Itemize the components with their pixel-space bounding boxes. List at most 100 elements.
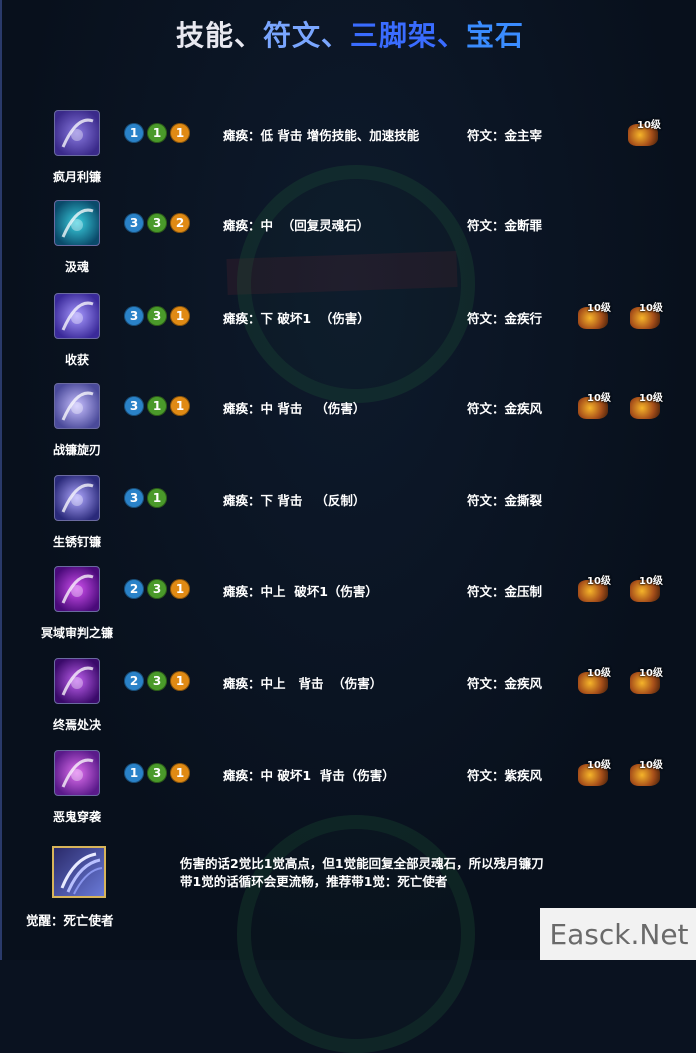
tripod-level-badge: 1 bbox=[170, 671, 190, 691]
tripod-level-badge: 3 bbox=[147, 763, 167, 783]
skill-rune: 符文：金疾行 bbox=[467, 311, 543, 326]
skill-rune: 符文：金主宰 bbox=[467, 128, 543, 143]
tripod-level-badge: 3 bbox=[124, 306, 144, 326]
title-part-runes: 符文、 bbox=[262, 19, 350, 52]
skill-row: 战镰旋刃 3 1 1 瘫痪：中 背击 （伤害） 符文：金疾风 10级 10级 bbox=[2, 383, 696, 473]
gem-level-label: 10级 bbox=[639, 576, 663, 587]
page-title: 技能、符文、三脚架、宝石 bbox=[2, 14, 696, 54]
skill-description: 瘫痪：低 背击 增伤技能、加速技能 bbox=[223, 128, 420, 143]
skill-name: 生锈钉镰 bbox=[52, 535, 101, 549]
gem-icon: 10级 bbox=[628, 664, 664, 696]
gem-level-label: 10级 bbox=[587, 303, 611, 314]
tripod-level-badge: 1 bbox=[124, 123, 144, 143]
skill-row: 收获 3 3 1 瘫痪：下 破坏1 （伤害） 符文：金疾行 10级 10级 bbox=[2, 293, 696, 383]
skill-row: 汲魂 3 3 2 瘫痪：中 （回复灵魂石） 符文：金断罪 bbox=[2, 200, 696, 290]
tripod-levels: 111 bbox=[124, 123, 190, 145]
tripod-level-badge: 3 bbox=[147, 306, 167, 326]
guide-panel: 技能、符文、三脚架、宝石 疯月利镰 1 1 1 瘫痪：低 背击 增伤技能、加速技能 符文：… bbox=[0, 0, 696, 1053]
skill-icon-wrap: 收获 bbox=[42, 293, 112, 368]
skill-rune: 符文：金断罪 bbox=[467, 218, 543, 233]
skill-row: 疯月利镰 1 1 1 瘫痪：低 背击 增伤技能、加速技能 符文：金主宰 10级 bbox=[2, 110, 696, 200]
awakening-note-line: 带1觉的话循环会更流畅，推荐带1觉：死亡使者 bbox=[180, 874, 448, 889]
skill-rune: 符文：紫疾风 bbox=[467, 768, 543, 783]
gem-level-label: 10级 bbox=[587, 576, 611, 587]
gem-level-label: 10级 bbox=[587, 393, 611, 404]
tripod-level-badge: 1 bbox=[170, 123, 190, 143]
skill-row: 冥域审判之镰 2 3 1 瘫痪：中上 破坏1（伤害） 符文：金压制 10级 10级 bbox=[2, 566, 696, 656]
watermark-emblem-bottom bbox=[237, 815, 475, 1053]
skill-icon-wrap: 汲魂 bbox=[42, 200, 112, 275]
tripod-levels: 31 bbox=[124, 488, 167, 510]
tripod-level-badge: 1 bbox=[170, 396, 190, 416]
soul-drain-icon bbox=[54, 200, 100, 246]
skill-rune: 符文：金疾风 bbox=[467, 676, 543, 691]
tripod-level-badge: 3 bbox=[124, 213, 144, 233]
tripod-level-badge: 3 bbox=[147, 671, 167, 691]
harvest-icon bbox=[54, 293, 100, 339]
skill-description: 瘫痪：下 破坏1 （伤害） bbox=[223, 311, 370, 326]
tripod-levels: 332 bbox=[124, 213, 190, 235]
awakening-note-line: 伤害的话2觉比1觉高点，但1觉能回复全部灵魂石，所以残月镰刀 bbox=[180, 856, 544, 871]
skill-rune: 符文：金压制 bbox=[467, 584, 543, 599]
gem-level-label: 10级 bbox=[637, 120, 661, 131]
skill-name: 收获 bbox=[64, 353, 89, 367]
gem-level-label: 10级 bbox=[587, 760, 611, 771]
gem-level-label: 10级 bbox=[639, 303, 663, 314]
awakening-label: 觉醒：死亡使者 bbox=[26, 913, 114, 928]
title-part-gems: 宝石 bbox=[466, 19, 525, 52]
tripod-level-badge: 1 bbox=[170, 579, 190, 599]
tripod-level-badge: 1 bbox=[147, 488, 167, 508]
scythe-slash-icon bbox=[54, 110, 100, 156]
tripod-levels: 331 bbox=[124, 306, 190, 328]
tripod-level-badge: 1 bbox=[147, 396, 167, 416]
skill-row: 恶鬼穿袭 1 3 1 瘫痪：中 破坏1 背击（伤害） 符文：紫疾风 10级 10级 bbox=[2, 750, 696, 840]
gem-level-label: 10级 bbox=[587, 668, 611, 679]
tripod-level-badge: 2 bbox=[124, 671, 144, 691]
gem-icon: 10级 bbox=[628, 389, 664, 421]
gem-icon: 10级 bbox=[576, 572, 612, 604]
skill-description: 瘫痪：中上 破坏1（伤害） bbox=[223, 584, 378, 599]
tripod-levels: 231 bbox=[124, 579, 190, 601]
tripod-levels: 131 bbox=[124, 763, 190, 785]
skill-description: 瘫痪：中 破坏1 背击（伤害） bbox=[223, 768, 395, 783]
death-messenger-icon bbox=[52, 846, 106, 898]
skill-row: 生锈钉镰 3 1 瘫痪：下 背击 （反制） 符文：金撕裂 bbox=[2, 475, 696, 565]
awakening-note: 伤害的话2觉比1觉高点，但1觉能回复全部灵魂石，所以残月镰刀 带1觉的话循环会更… bbox=[180, 855, 544, 891]
gem-level-label: 10级 bbox=[639, 760, 663, 771]
skill-icon-wrap: 生锈钉镰 bbox=[42, 475, 112, 550]
gem-icon: 10级 bbox=[628, 299, 664, 331]
skill-icon-wrap: 冥域审判之镰 bbox=[41, 566, 113, 641]
gem-icon: 10级 bbox=[576, 389, 612, 421]
gem-icon: 10级 bbox=[628, 756, 664, 788]
gem-level-label: 10级 bbox=[639, 668, 663, 679]
tripod-level-badge: 1 bbox=[170, 306, 190, 326]
skill-description: 瘫痪：中 背击 （伤害） bbox=[223, 401, 366, 416]
spin-blade-icon bbox=[54, 383, 100, 429]
skill-name: 战镰旋刃 bbox=[52, 443, 101, 457]
tripod-level-badge: 1 bbox=[124, 763, 144, 783]
tripod-level-badge: 1 bbox=[170, 763, 190, 783]
tripod-level-badge: 3 bbox=[124, 488, 144, 508]
skill-name: 恶鬼穿袭 bbox=[52, 810, 101, 824]
title-part-tripods: 三脚架、 bbox=[350, 19, 467, 52]
skill-description: 瘫痪：下 背击 （反制） bbox=[223, 493, 366, 508]
skill-icon-wrap: 疯月利镰 bbox=[42, 110, 112, 185]
gem-icon: 10级 bbox=[626, 116, 662, 148]
gem-level-label: 10级 bbox=[639, 393, 663, 404]
judgement-scythe-icon bbox=[54, 566, 100, 612]
gem-icon: 10级 bbox=[576, 299, 612, 331]
skill-name: 冥域审判之镰 bbox=[40, 626, 113, 640]
tripod-level-badge: 2 bbox=[170, 213, 190, 233]
brand-watermark: Easck.Net bbox=[540, 908, 696, 960]
gem-icon: 10级 bbox=[576, 756, 612, 788]
demon-pierce-icon bbox=[54, 750, 100, 796]
skill-rune: 符文：金疾风 bbox=[467, 401, 543, 416]
tripod-levels: 311 bbox=[124, 396, 190, 418]
skill-name: 疯月利镰 bbox=[52, 170, 101, 184]
tripod-level-badge: 3 bbox=[124, 396, 144, 416]
skill-rune: 符文：金撕裂 bbox=[467, 493, 543, 508]
skill-description: 瘫痪：中 （回复灵魂石） bbox=[223, 218, 370, 233]
skill-icon-wrap: 战镰旋刃 bbox=[42, 383, 112, 458]
skill-icon-wrap: 恶鬼穿袭 bbox=[42, 750, 112, 825]
gem-icon: 10级 bbox=[576, 664, 612, 696]
